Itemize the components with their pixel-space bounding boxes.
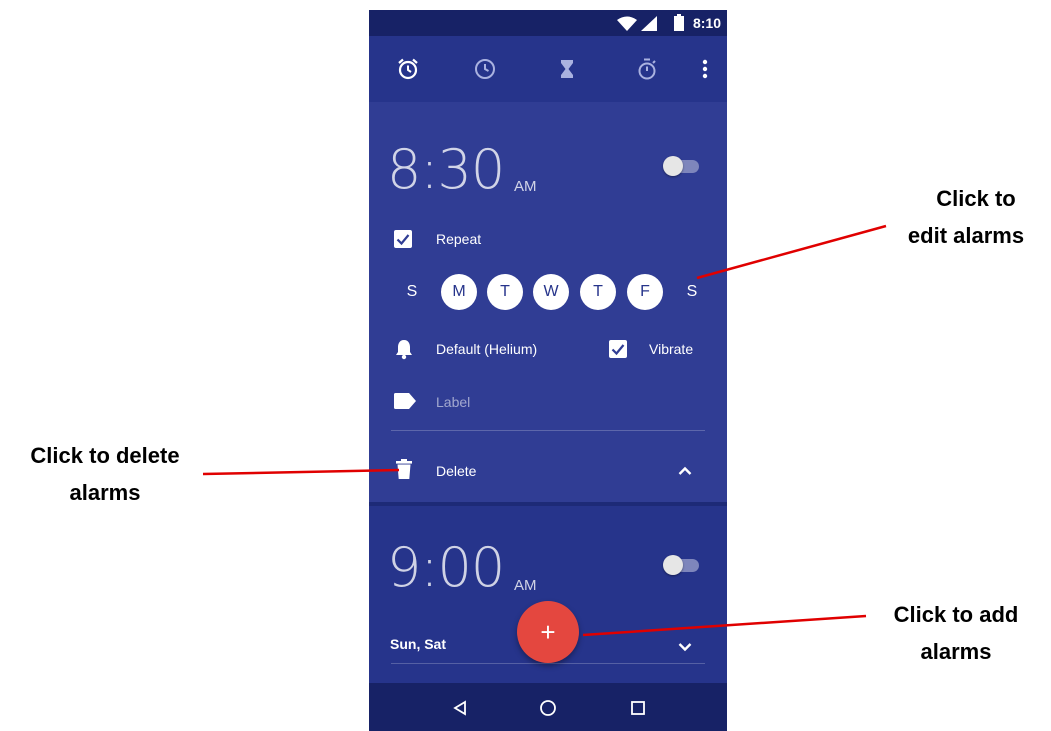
annotation-line1: Click to add: [893, 602, 1019, 627]
annotation-line2: edit alarms: [907, 223, 1025, 248]
annotation-line2: alarms: [69, 480, 141, 505]
annotation-line2: alarms: [920, 639, 992, 664]
delete-alarms-annotation: Click to delete alarms: [5, 437, 205, 511]
edit-alarms-annotation: Click to edit alarms: [896, 180, 1051, 254]
annotation-line1: Click to delete: [30, 443, 180, 468]
add-alarms-annotation: Click to add alarms: [866, 596, 1046, 670]
delete-annotation-line: [202, 468, 400, 476]
add-annotation-line: [582, 614, 867, 637]
edit-annotation-line: [696, 224, 887, 280]
annotation-line1: Click to: [936, 186, 1016, 211]
